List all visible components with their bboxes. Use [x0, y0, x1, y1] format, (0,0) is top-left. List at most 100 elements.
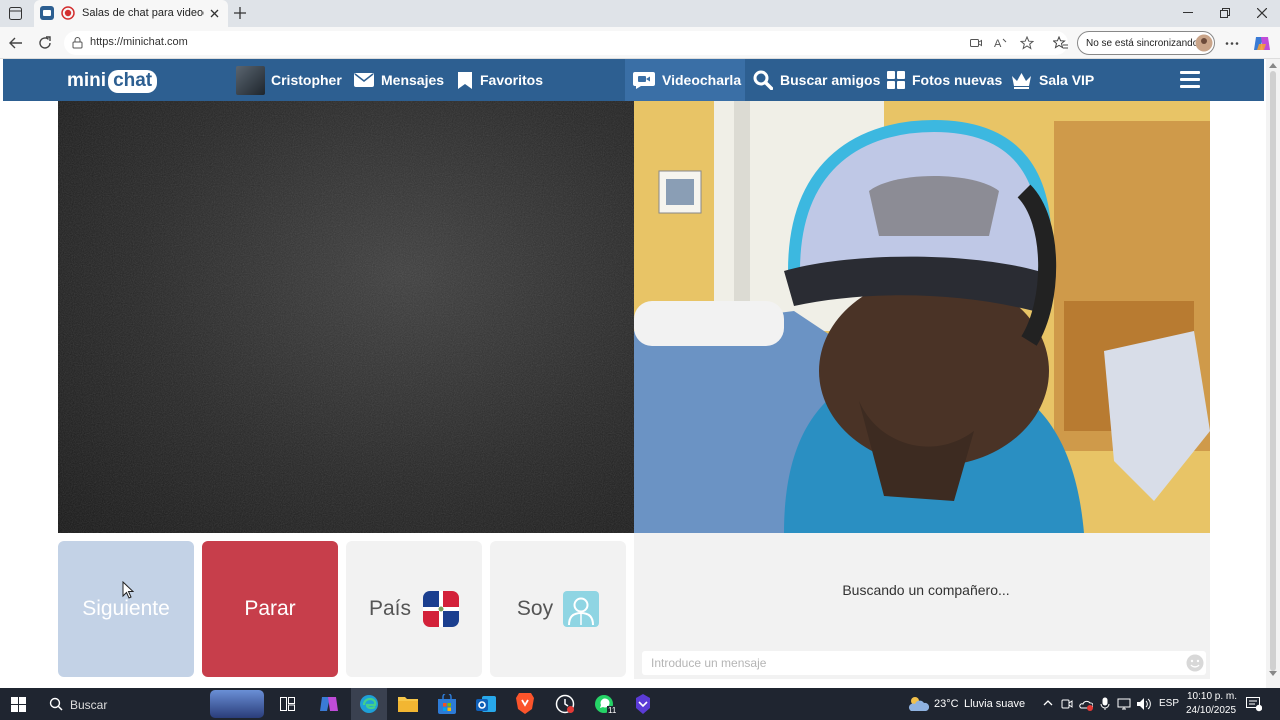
stop-button[interactable]: Parar: [202, 541, 338, 677]
nav-search-friends-label: Buscar amigos: [780, 72, 881, 88]
message-input[interactable]: [642, 651, 1206, 675]
refresh-icon[interactable]: [38, 36, 52, 50]
next-label: Siguiente: [82, 597, 170, 620]
static-noise: [58, 101, 634, 533]
weather-temp: 23°C: [934, 698, 959, 710]
favorite-star-icon[interactable]: [1020, 36, 1034, 50]
taskbar-search-label: Buscar: [70, 698, 108, 712]
camera-in-use-icon[interactable]: [970, 38, 982, 48]
nav-new-photos[interactable]: Fotos nuevas: [887, 59, 1002, 101]
nav-profile[interactable]: Cristopher: [236, 59, 342, 101]
favorites-list-icon[interactable]: [1053, 36, 1068, 50]
edge-browser-icon[interactable]: [359, 694, 379, 714]
tab-actions-icon[interactable]: [9, 7, 22, 20]
user-avatar: [236, 65, 265, 95]
copilot-icon[interactable]: [1253, 35, 1271, 52]
next-button[interactable]: Siguiente: [58, 541, 194, 677]
site-nav-bar: mini chat Cristopher Mensajes Favoritos …: [3, 59, 1264, 101]
url-text: https://minichat.com: [90, 36, 188, 48]
restore-icon[interactable]: [1220, 8, 1230, 18]
hamburger-menu-icon[interactable]: [1180, 71, 1200, 88]
ms-store-icon[interactable]: [438, 694, 456, 714]
gender-label: Soy: [516, 597, 554, 620]
scroll-up-icon[interactable]: [1269, 63, 1277, 68]
weather-desc: Lluvia suave: [964, 698, 1026, 710]
nav-videochat[interactable]: Videocharla: [633, 59, 741, 101]
envelope-icon: [354, 73, 374, 87]
country-label: País: [368, 597, 412, 620]
windows-taskbar: Buscar 11 23°C Lluvia suave ESP 10:10 p.…: [0, 688, 1280, 720]
copilot-taskbar-icon[interactable]: [319, 694, 339, 714]
browser-tab[interactable]: Salas de chat para videocitas: [34, 0, 228, 27]
site-info-icon[interactable]: [72, 37, 83, 49]
logo-mini: mini: [67, 70, 107, 91]
logo-chat-bubble: chat: [108, 69, 158, 93]
minichat-logo[interactable]: mini chat: [67, 65, 158, 97]
search-highlight-image: [210, 690, 264, 718]
task-view-icon[interactable]: [280, 697, 295, 711]
nav-profile-label: Cristopher: [271, 72, 342, 88]
camera-tray-icon[interactable]: [1061, 698, 1073, 710]
photos-grid-icon: [887, 71, 905, 89]
weather-icon[interactable]: [907, 695, 929, 713]
nav-search-friends[interactable]: Buscar amigos: [753, 59, 880, 101]
dominican-flag-icon: [423, 591, 460, 627]
search-status: Buscando un compañero...: [842, 582, 1010, 598]
nav-vip-room[interactable]: Sala VIP: [1011, 59, 1094, 101]
nav-messages[interactable]: Mensajes: [354, 59, 444, 101]
nav-messages-label: Mensajes: [381, 72, 445, 88]
notifications-icon[interactable]: [1246, 697, 1262, 712]
file-explorer-icon[interactable]: [398, 695, 418, 712]
page-scrollbar[interactable]: [1266, 59, 1280, 688]
onedrive-tray-icon[interactable]: [1079, 697, 1093, 711]
sync-button[interactable]: No se está sincronizando: [1077, 31, 1215, 55]
windows-start-icon[interactable]: [11, 697, 26, 712]
country-button[interactable]: País: [346, 541, 482, 677]
profile-avatar-icon: [1195, 34, 1213, 52]
person-avatar-icon: [563, 591, 600, 627]
clock-time[interactable]: 10:10 p. m.: [1187, 691, 1237, 702]
nav-new-photos-label: Fotos nuevas: [912, 72, 1003, 88]
browser-tab-bar: Salas de chat para videocitas: [0, 0, 1280, 27]
self-webcam-video: [634, 101, 1210, 533]
microphone-tray-icon[interactable]: [1100, 697, 1110, 711]
search-icon: [753, 70, 773, 90]
nav-favorites-label: Favoritos: [480, 72, 544, 88]
scroll-down-icon[interactable]: [1269, 671, 1277, 676]
clock-date[interactable]: 24/10/2025: [1186, 705, 1236, 716]
more-options-icon[interactable]: [1225, 42, 1239, 45]
taskbar-search[interactable]: Buscar: [38, 688, 268, 720]
stop-label: Parar: [244, 597, 296, 620]
browser-address-bar: https://minichat.com A No se está sincro…: [0, 27, 1280, 59]
sync-label: No se está sincronizando: [1086, 38, 1199, 49]
nav-vip-room-label: Sala VIP: [1039, 72, 1095, 88]
app-icon-purple[interactable]: [634, 694, 652, 714]
video-chat-icon: [633, 71, 655, 89]
nav-videochat-label: Videocharla: [662, 72, 742, 88]
gender-button[interactable]: Soy: [490, 541, 626, 677]
tray-chevron-icon[interactable]: [1043, 700, 1053, 706]
webcam-scene: [634, 101, 1210, 533]
back-icon[interactable]: [9, 37, 22, 49]
volume-tray-icon[interactable]: [1136, 697, 1151, 711]
bookmark-icon: [458, 71, 472, 89]
network-tray-icon[interactable]: [1117, 697, 1131, 711]
nav-favorites[interactable]: Favoritos: [457, 59, 543, 101]
recording-icon: [61, 6, 75, 20]
minimize-icon[interactable]: [1183, 12, 1193, 14]
tab-title: Salas de chat para videocitas: [82, 7, 204, 19]
scroll-thumb[interactable]: [1270, 71, 1276, 671]
site-favicon-icon: [40, 6, 54, 20]
emoji-icon[interactable]: [1186, 654, 1204, 672]
brave-browser-icon[interactable]: [516, 693, 534, 714]
new-tab-icon[interactable]: [234, 7, 246, 19]
clock-app-icon[interactable]: [555, 694, 575, 714]
outlook-icon[interactable]: [476, 694, 496, 714]
address-field[interactable]: https://minichat.com A: [64, 31, 1068, 55]
read-aloud-icon[interactable]: A: [994, 36, 1008, 50]
mouse-cursor-icon: [122, 581, 134, 599]
input-language[interactable]: ESP: [1159, 698, 1179, 709]
partner-video-static: [58, 101, 634, 533]
close-window-icon[interactable]: [1257, 8, 1267, 18]
close-tab-icon[interactable]: [210, 9, 219, 18]
